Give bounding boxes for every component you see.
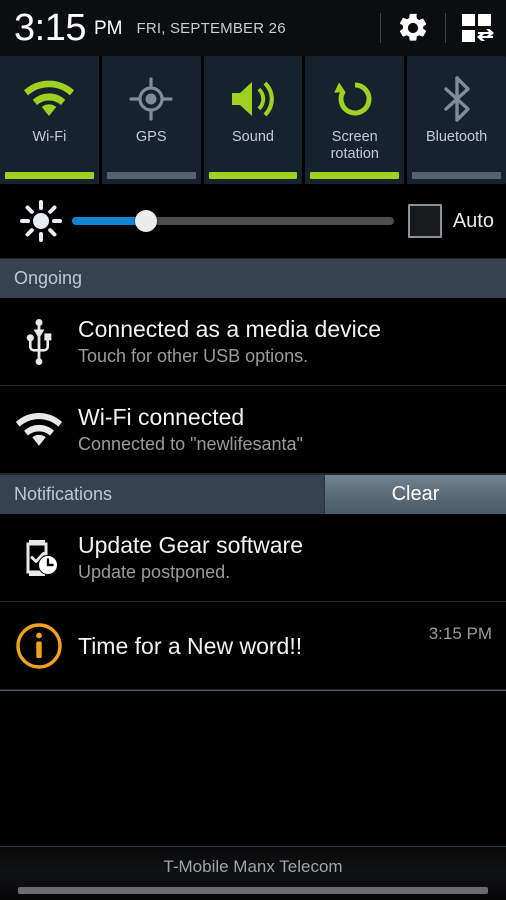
notification-text: Time for a New word!! bbox=[78, 632, 419, 660]
toggle-bluetooth[interactable]: Bluetooth bbox=[407, 56, 506, 184]
quick-settings-toggles: Wi-Fi GPS Sound Screen rotation Bluetoot… bbox=[0, 56, 506, 184]
bluetooth-icon bbox=[439, 70, 475, 128]
auto-brightness-checkbox[interactable] bbox=[407, 204, 442, 238]
toggle-gps-label: GPS bbox=[135, 129, 167, 145]
notification-timestamp: 3:15 PM bbox=[428, 624, 492, 643]
toggle-wifi-state-bar bbox=[5, 172, 94, 179]
wifi-icon bbox=[23, 70, 75, 128]
notifications-list: Update Gear software Update postponed. T… bbox=[0, 514, 506, 846]
info-circle-icon bbox=[0, 621, 78, 671]
toggle-bluetooth-label: Bluetooth bbox=[425, 129, 488, 145]
brightness-row: Auto bbox=[0, 184, 506, 258]
speaker-volume-icon bbox=[229, 70, 277, 128]
notification-title: Wi-Fi connected bbox=[78, 404, 245, 430]
notification-text: Update Gear software Update postponed. bbox=[78, 531, 492, 584]
toggle-sound-label: Sound bbox=[232, 129, 274, 145]
status-bar-divider-1 bbox=[380, 13, 381, 43]
usb-icon bbox=[0, 318, 78, 365]
clear-button[interactable]: Clear bbox=[324, 475, 506, 514]
notifications-title: Notifications bbox=[14, 484, 113, 504]
toggle-wifi-label: Wi-Fi bbox=[32, 129, 67, 145]
notification-row-new-word[interactable]: Time for a New word!! 3:15 PM bbox=[0, 602, 506, 690]
shade-drag-handle[interactable] bbox=[18, 887, 488, 894]
toggle-bluetooth-state-bar bbox=[412, 172, 501, 179]
notification-row-usb[interactable]: Connected as a media device Touch for ot… bbox=[0, 298, 506, 386]
notification-title: Connected as a media device bbox=[78, 316, 382, 342]
notification-shade: 3:15 PM FRI, SEPTEMBER 26 Wi-Fi GPS Soun… bbox=[0, 0, 506, 900]
notification-title: Time for a New word!! bbox=[78, 632, 303, 659]
clock-date: FRI, SEPTEMBER 26 bbox=[136, 19, 286, 37]
auto-brightness-label: Auto bbox=[452, 209, 494, 232]
notification-row-wifi[interactable]: Wi-Fi connected Connected to "newlifesan… bbox=[0, 386, 506, 474]
clock-ampm: PM bbox=[93, 17, 123, 39]
notification-text: Wi-Fi connected Connected to "newlifesan… bbox=[78, 403, 492, 456]
clock-time: 3:15 bbox=[14, 7, 86, 49]
quick-settings-grid-icon[interactable] bbox=[460, 10, 496, 46]
toggle-screen-rotation-label: Screen rotation bbox=[330, 129, 379, 162]
notification-subtitle: Update postponed. bbox=[78, 562, 231, 582]
wifi-icon bbox=[0, 412, 78, 448]
notifications-section-header: Notifications Clear bbox=[0, 474, 506, 514]
shade-footer: T-Mobile Manx Telecom bbox=[0, 846, 506, 900]
toggle-sound[interactable]: Sound bbox=[203, 56, 303, 184]
brightness-slider-thumb[interactable] bbox=[135, 210, 158, 232]
gps-crosshair-icon bbox=[128, 70, 174, 128]
toggle-screen-rotation-state-bar bbox=[310, 172, 400, 179]
screen-rotation-icon bbox=[333, 70, 377, 128]
notification-subtitle: Touch for other USB options. bbox=[78, 346, 309, 366]
status-bar-divider-2 bbox=[445, 13, 446, 43]
toggle-gps-state-bar bbox=[106, 172, 196, 179]
toggle-sound-state-bar bbox=[208, 172, 298, 179]
brightness-sun-icon bbox=[18, 200, 64, 242]
toggle-screen-rotation[interactable]: Screen rotation bbox=[305, 56, 405, 184]
notification-subtitle: Connected to "newlifesanta" bbox=[78, 434, 303, 454]
toggle-wifi[interactable]: Wi-Fi bbox=[0, 56, 99, 184]
gear-watch-update-icon bbox=[0, 536, 78, 580]
notification-row-gear-update[interactable]: Update Gear software Update postponed. bbox=[0, 514, 506, 602]
carrier-label: T-Mobile Manx Telecom bbox=[163, 857, 343, 876]
notification-text: Connected as a media device Touch for ot… bbox=[78, 315, 492, 368]
notification-title: Update Gear software bbox=[78, 532, 304, 558]
ongoing-list: Connected as a media device Touch for ot… bbox=[0, 298, 506, 474]
notifications-list-end-divider bbox=[0, 690, 506, 691]
status-bar: 3:15 PM FRI, SEPTEMBER 26 bbox=[0, 0, 506, 56]
ongoing-section-header: Ongoing bbox=[0, 258, 506, 298]
toggle-gps[interactable]: GPS bbox=[101, 56, 201, 184]
brightness-slider[interactable] bbox=[72, 206, 394, 236]
gear-icon[interactable] bbox=[395, 10, 431, 46]
ongoing-title: Ongoing bbox=[14, 268, 83, 288]
auto-brightness-control[interactable]: Auto bbox=[407, 204, 494, 238]
